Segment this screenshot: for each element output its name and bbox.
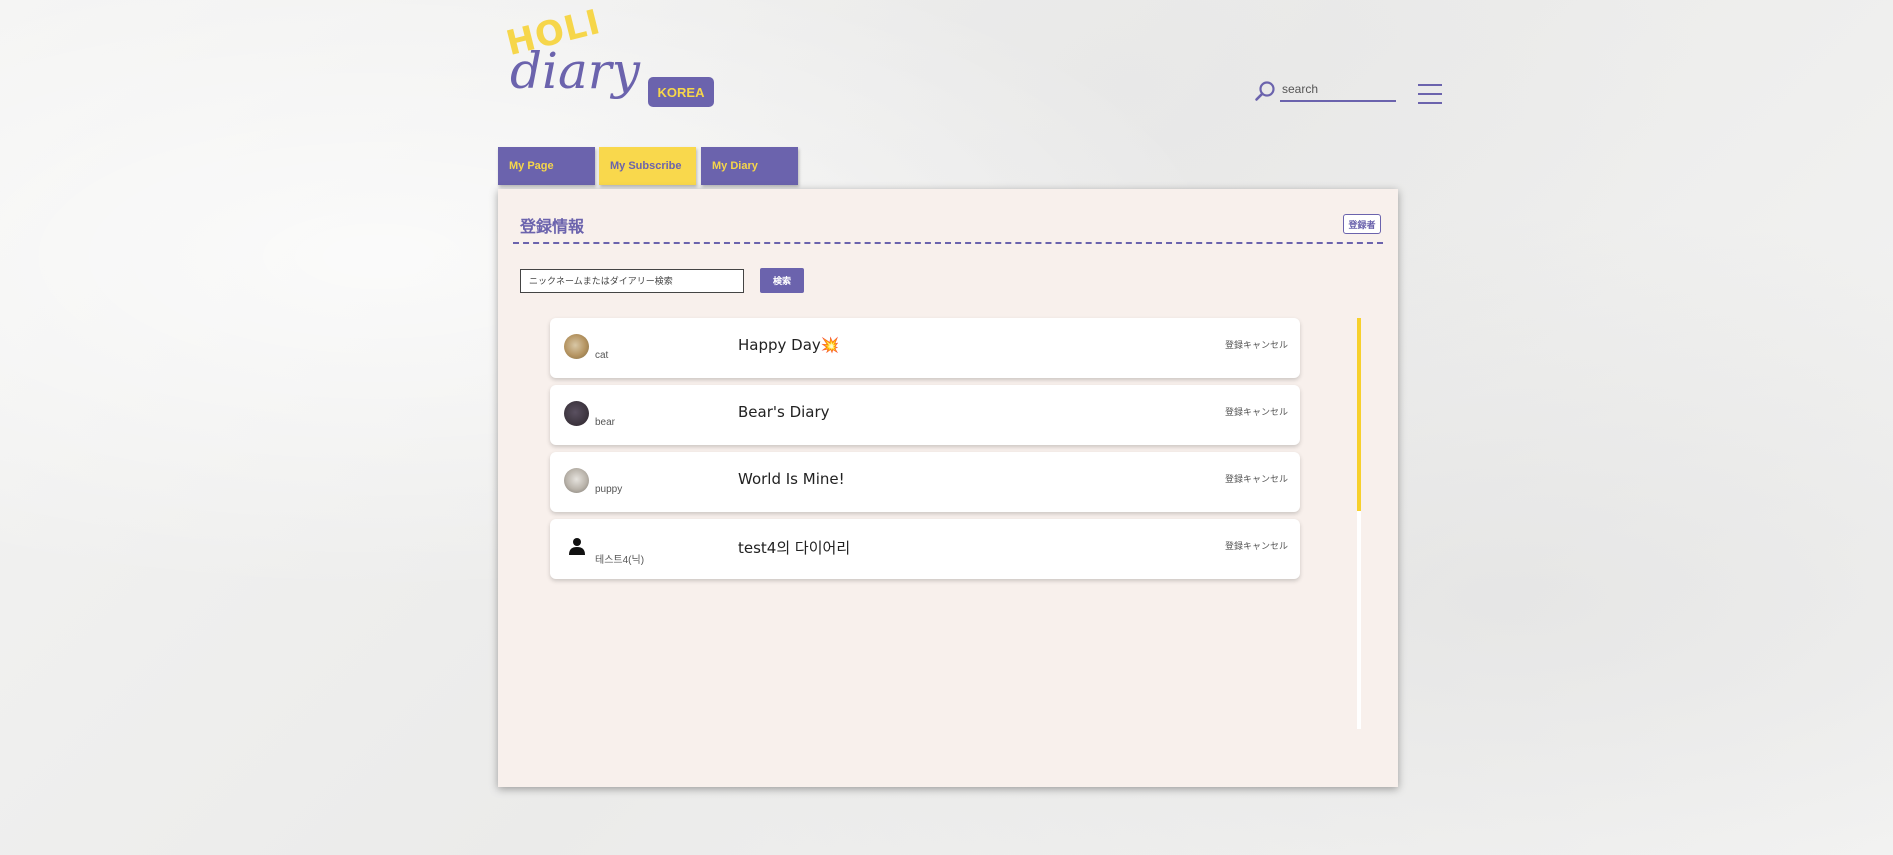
holi-diary-logo[interactable]: HOLI diary bbox=[502, 2, 640, 106]
nickname-search-input[interactable] bbox=[520, 269, 744, 293]
avatar[interactable] bbox=[564, 334, 589, 359]
cancel-subscription-link[interactable]: 登録キャンセル bbox=[1225, 338, 1288, 351]
search-icon[interactable] bbox=[1254, 80, 1276, 102]
region-badge[interactable]: KOREA bbox=[648, 77, 714, 107]
panel-title: 登録情報 bbox=[520, 219, 585, 236]
divider bbox=[513, 242, 1383, 244]
list-item[interactable]: bear Bear's Diary 登録キャンセル bbox=[550, 385, 1300, 445]
menu-line bbox=[1418, 102, 1442, 104]
logo-diary-text: diary bbox=[510, 42, 640, 100]
header-search bbox=[1254, 78, 1396, 104]
nickname: cat bbox=[595, 350, 609, 361]
list-item[interactable]: cat Happy Day💥 登録キャンセル bbox=[550, 318, 1300, 378]
list-item[interactable]: puppy World Is Mine! 登録キャンセル bbox=[550, 452, 1300, 512]
diary-title[interactable]: World Is Mine! bbox=[738, 470, 845, 488]
search-button[interactable]: 検索 bbox=[760, 268, 804, 293]
tab-my-page[interactable]: My Page bbox=[498, 147, 595, 185]
cancel-subscription-link[interactable]: 登録キャンセル bbox=[1225, 405, 1288, 418]
menu-line bbox=[1418, 84, 1442, 86]
avatar[interactable] bbox=[564, 468, 589, 493]
diary-title[interactable]: Happy Day💥 bbox=[738, 336, 839, 354]
nickname: puppy bbox=[595, 484, 623, 495]
scrollbar-thumb[interactable] bbox=[1357, 318, 1361, 511]
hamburger-menu-icon[interactable] bbox=[1418, 84, 1442, 104]
cancel-subscription-link[interactable]: 登録キャンセル bbox=[1225, 539, 1288, 552]
diary-title[interactable]: test4의 다이어리 bbox=[738, 537, 850, 558]
scrollbar[interactable] bbox=[1357, 318, 1361, 729]
menu-line bbox=[1418, 93, 1442, 95]
cancel-subscription-link[interactable]: 登録キャンセル bbox=[1225, 472, 1288, 485]
nickname: bear bbox=[595, 417, 616, 428]
search-input[interactable] bbox=[1280, 78, 1396, 102]
list-item[interactable]: 테스트4(닉) test4의 다이어리 登録キャンセル bbox=[550, 519, 1300, 579]
subscriber-button[interactable]: 登録者 bbox=[1343, 214, 1381, 234]
tab-my-subscribe[interactable]: My Subscribe bbox=[599, 147, 696, 185]
subscription-panel: 登録情報 登録者 検索 cat Happy Day💥 登録キャンセル bear … bbox=[498, 189, 1398, 787]
nickname: 테스트4(닉) bbox=[595, 555, 645, 566]
user-icon[interactable] bbox=[568, 537, 586, 555]
diary-title[interactable]: Bear's Diary bbox=[738, 403, 830, 421]
tab-my-diary[interactable]: My Diary bbox=[701, 147, 798, 185]
avatar[interactable] bbox=[564, 401, 589, 426]
subscription-list: cat Happy Day💥 登録キャンセル bear Bear's Diary… bbox=[550, 318, 1300, 586]
